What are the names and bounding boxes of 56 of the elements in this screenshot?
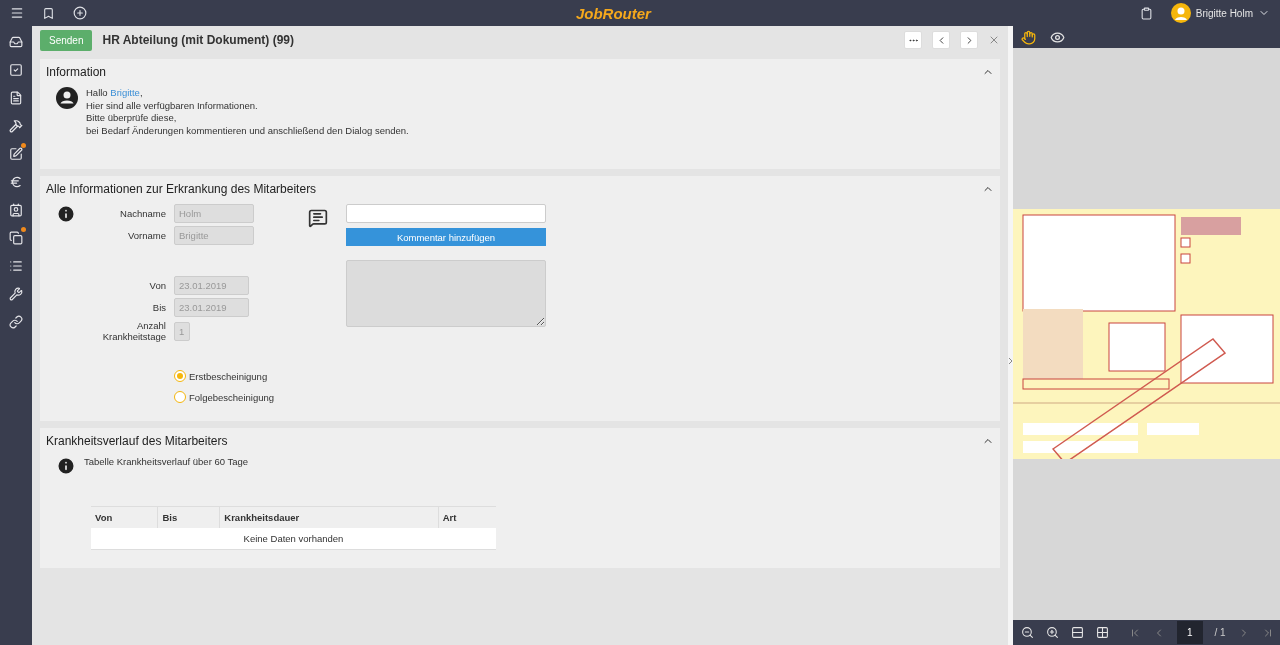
section-title: Krankheitsverlauf des Mitarbeiters (46, 434, 228, 448)
comment-icon (308, 208, 329, 228)
info-text: Hier sind alle verfügbaren Informationen. (86, 99, 259, 112)
link-icon[interactable] (9, 314, 23, 329)
document-icon[interactable] (9, 90, 23, 105)
euro-icon[interactable] (9, 174, 23, 189)
menu-icon[interactable] (10, 6, 24, 20)
checkbox-icon[interactable] (9, 62, 23, 77)
close-icon[interactable] (988, 34, 1000, 46)
bookmark-icon[interactable] (42, 6, 55, 20)
radio-button[interactable] (174, 370, 186, 382)
wrench-icon[interactable] (9, 286, 23, 301)
clipboard-icon[interactable] (1139, 6, 1153, 20)
fit-width-icon[interactable] (1096, 626, 1109, 639)
add-comment-button[interactable]: Kommentar hinzufügen (346, 228, 547, 246)
field-label: Vorname (126, 230, 166, 241)
user-icon (56, 87, 78, 109)
fit-page-icon[interactable] (1071, 626, 1084, 639)
logo: JobRouter (574, 4, 653, 22)
zoom-out-icon[interactable] (1021, 626, 1034, 639)
section-title: Information (46, 65, 107, 79)
user-link[interactable]: Brigitte (110, 87, 140, 98)
radio-label: Folgebescheinigung (189, 391, 275, 403)
first-page-icon[interactable] (1129, 626, 1141, 639)
dialog-title: HR Abteilung (mit Dokument) (99) (102, 33, 296, 47)
inbox-icon[interactable] (9, 34, 23, 49)
radio-button[interactable] (174, 391, 186, 403)
hammer-icon[interactable] (9, 118, 23, 133)
list-icon[interactable] (9, 258, 23, 273)
radio-label: Erstbescheinigung (189, 370, 268, 382)
copy-icon[interactable] (9, 230, 23, 245)
zoom-in-icon[interactable] (1046, 626, 1059, 639)
add-icon[interactable] (73, 6, 87, 20)
hand-tool-icon[interactable] (1021, 29, 1036, 45)
page-number-field[interactable]: 1 (1177, 621, 1203, 644)
info-text: Bitte überprüfe diese, (86, 112, 178, 125)
user-name: Brigitte Holm (1195, 7, 1253, 19)
page-count: / 1 (1214, 627, 1226, 638)
table-caption: Tabelle Krankheitsverlauf über 60 Tage (84, 456, 249, 469)
comment-field[interactable] (346, 204, 547, 223)
info-icon (56, 204, 76, 224)
info-icon (56, 456, 76, 476)
greeting-text: Hallo Brigitte, (86, 87, 144, 100)
field-label: Nachname (119, 208, 166, 219)
send-button[interactable]: Senden (40, 29, 93, 51)
section-title: Alle Informationen zur Erkrankung des Mitarbeiters (46, 182, 317, 196)
empty-table-message: Keine Daten vorhanden (91, 528, 496, 550)
field-label: Anzahl Krankheitstage (101, 320, 166, 342)
eye-icon[interactable] (1050, 29, 1065, 45)
field-label: Von (148, 280, 166, 291)
contact-card-icon[interactable] (9, 202, 23, 217)
collapse-handle-icon[interactable] (1008, 356, 1013, 366)
edit-icon[interactable] (9, 146, 23, 161)
avatar-icon[interactable] (1170, 3, 1191, 23)
info-text: bei Bedarf Änderungen kommentieren und anschließend den Dialog senden. (86, 124, 409, 137)
field-label: Bis (151, 302, 166, 313)
